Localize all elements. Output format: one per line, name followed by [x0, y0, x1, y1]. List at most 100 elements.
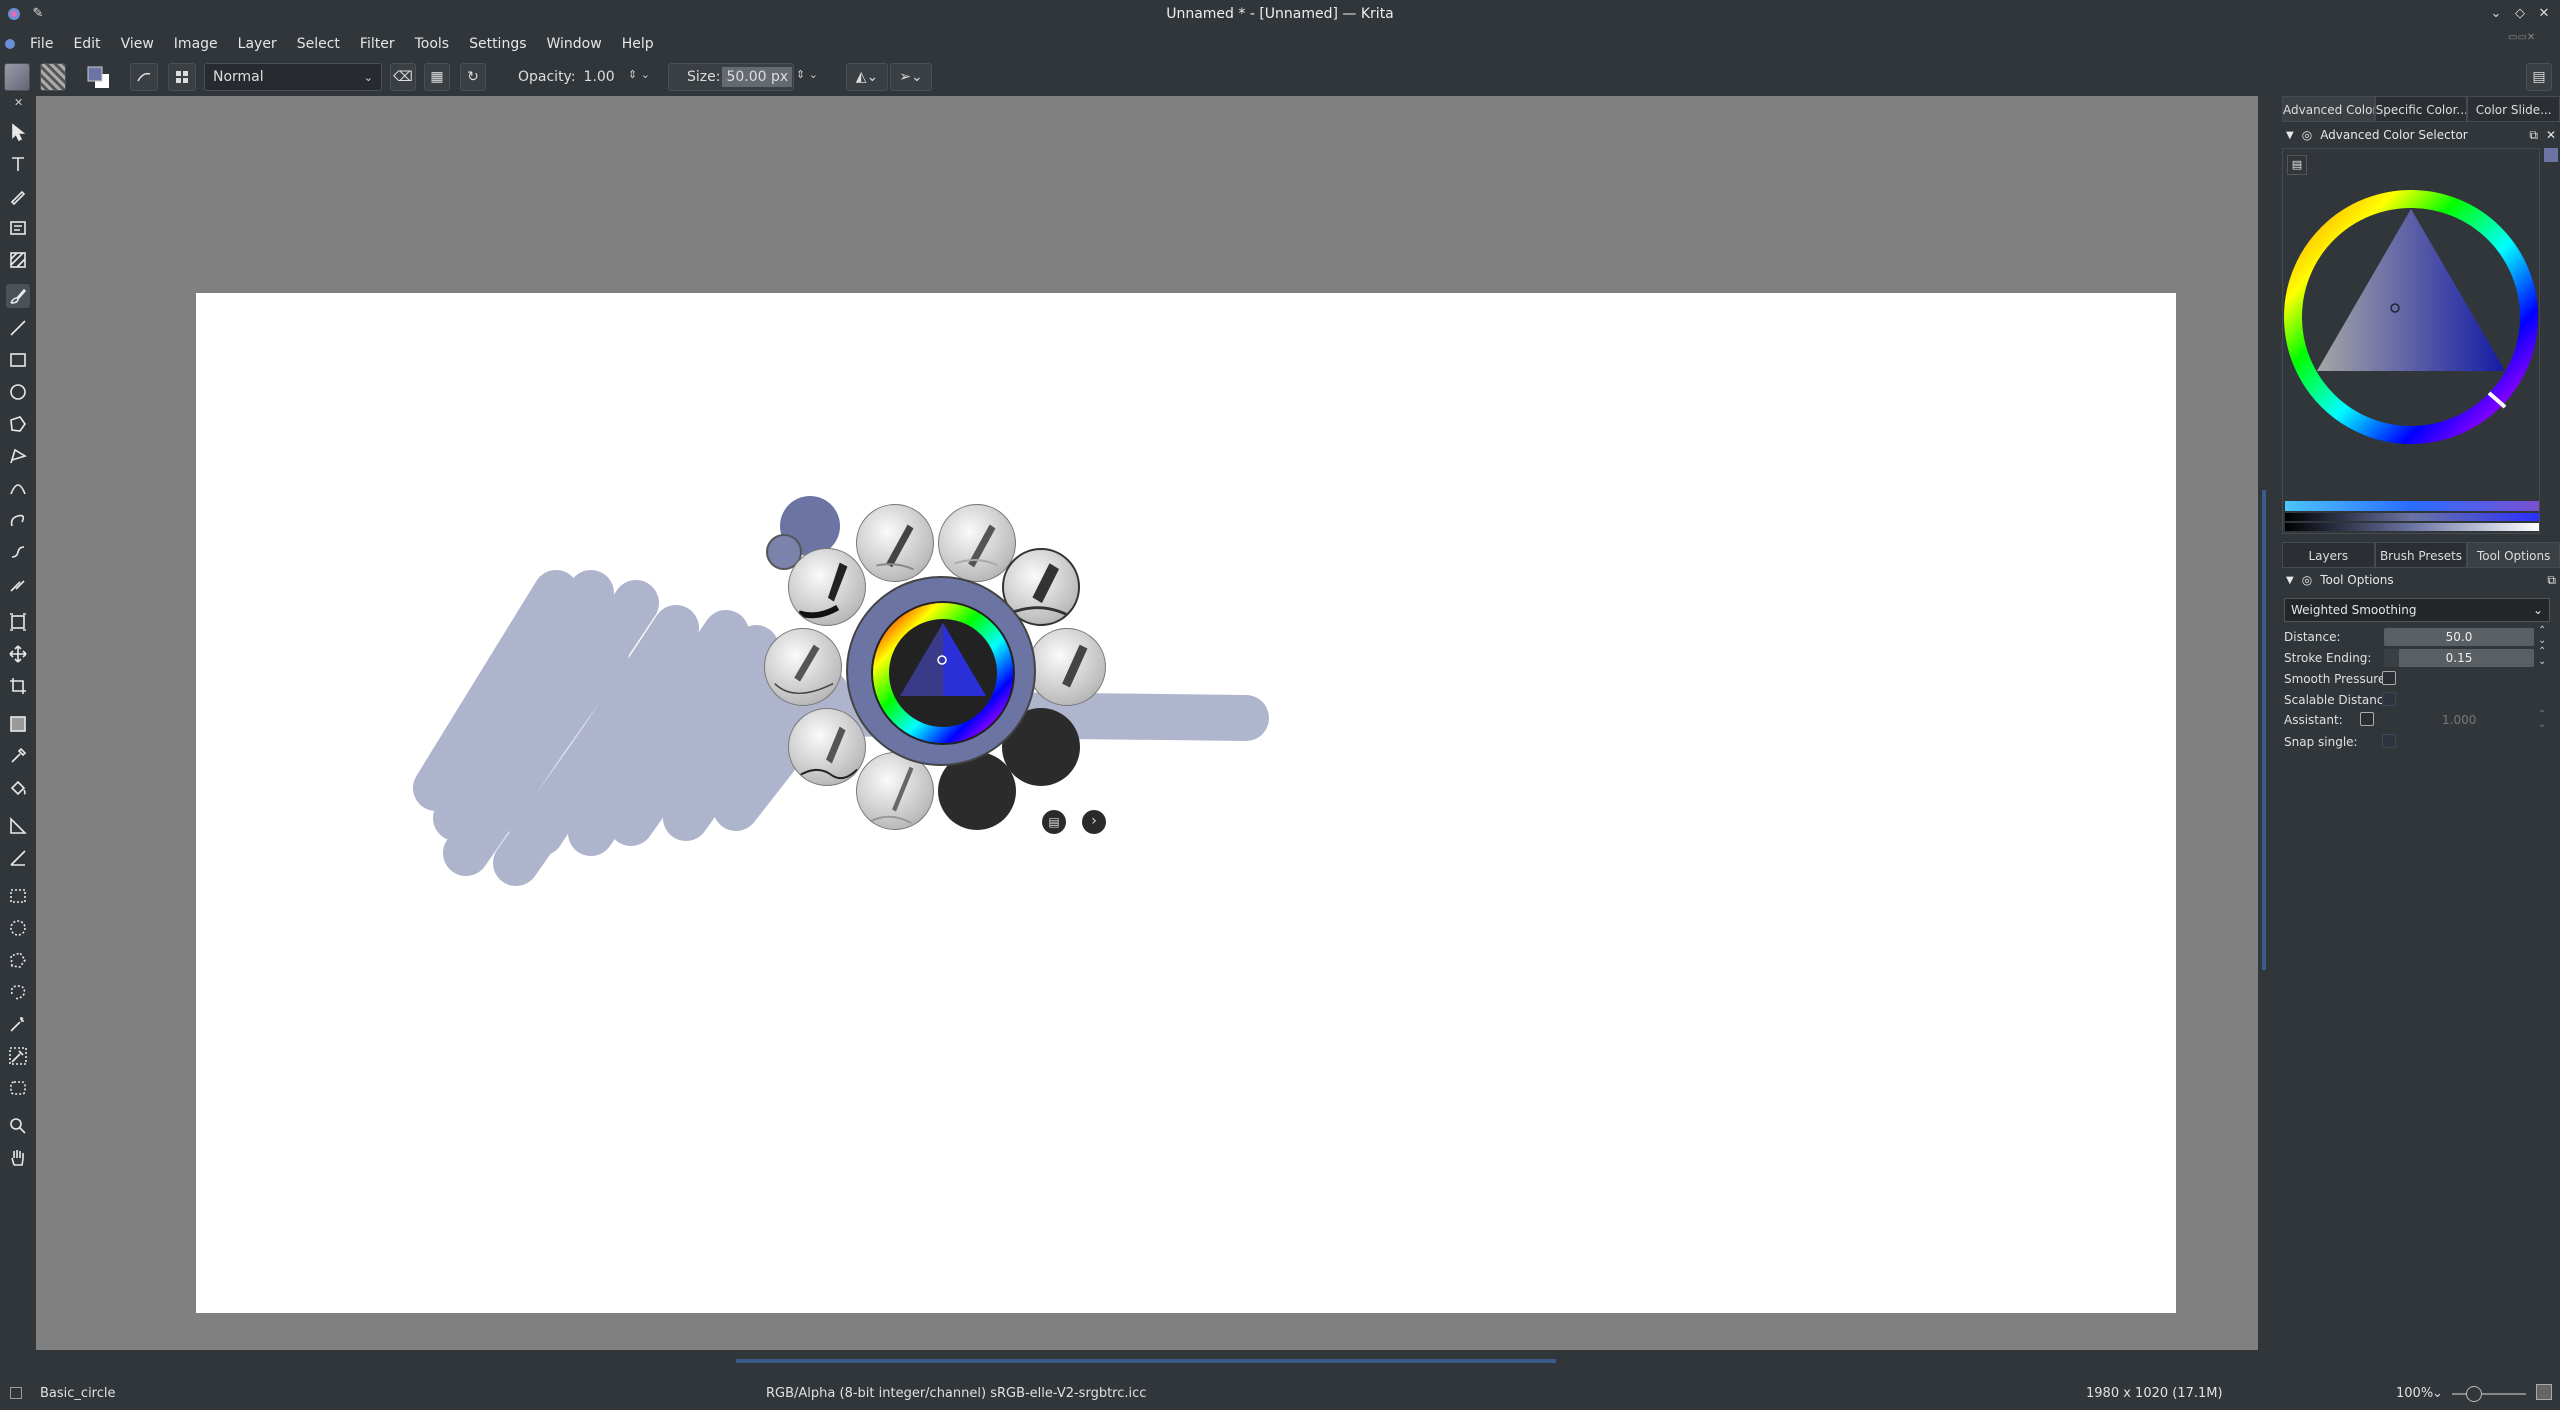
tab-color-sliders[interactable]: Color Slide... — [2467, 96, 2560, 122]
brush-presets-icon[interactable] — [130, 63, 158, 91]
freehand-brush-tool-icon[interactable] — [6, 284, 30, 308]
zoom-slider-handle[interactable] — [2466, 1386, 2482, 1402]
horizontal-scrollbar[interactable] — [736, 1359, 1556, 1363]
magic-wand-icon[interactable] — [6, 1012, 30, 1036]
freehand-path-tool-icon[interactable] — [6, 508, 30, 532]
mirror-vertical-icon[interactable]: ➢⌄ — [890, 63, 932, 91]
measure-tool-icon[interactable] — [6, 814, 30, 838]
menu-select[interactable]: Select — [287, 30, 350, 58]
minimize-icon[interactable]: ⌄ — [2488, 6, 2504, 22]
gradient-tool-icon[interactable] — [6, 712, 30, 736]
collapse-arrow-icon[interactable]: ▼ — [2286, 575, 2294, 586]
menu-view[interactable]: View — [111, 30, 164, 58]
select-shapes-tool-icon[interactable] — [6, 120, 30, 144]
polygonal-selection-icon[interactable] — [6, 948, 30, 972]
tab-layers[interactable]: Layers — [2282, 542, 2375, 568]
menu-help[interactable]: Help — [612, 30, 664, 58]
assistant-stepper-icon[interactable]: ⌃ ⌄ — [2538, 710, 2546, 730]
zoom-level[interactable]: 100% — [2396, 1386, 2433, 1401]
elliptical-selection-icon[interactable] — [6, 916, 30, 940]
vertical-scrollbar[interactable] — [2262, 490, 2266, 970]
stroke-ending-spinbox[interactable]: 0.15 — [2384, 649, 2534, 667]
brush-settings-icon[interactable] — [168, 63, 196, 91]
docker-menu-icon[interactable]: ▤ — [2526, 63, 2552, 91]
menu-settings[interactable]: Settings — [459, 30, 536, 58]
tab-brush-presets[interactable]: Brush Presets — [2374, 542, 2468, 568]
edit-shapes-tool-icon[interactable] — [6, 216, 30, 240]
palette-tags-icon[interactable]: ▤ — [1042, 810, 1066, 834]
menu-layer[interactable]: Layer — [228, 30, 287, 58]
move-tool-icon[interactable] — [6, 642, 30, 666]
saturation-slider[interactable] — [2285, 513, 2539, 521]
canvas-only-toggle-icon[interactable] — [2536, 1384, 2552, 1400]
collapse-arrow-icon[interactable]: ▼ — [2286, 130, 2294, 141]
bezier-selection-icon[interactable] — [6, 1076, 30, 1100]
color-wheel[interactable] — [2283, 189, 2541, 459]
brush-preset-pencil-1[interactable] — [856, 504, 934, 582]
stroke-ending-stepper-icon[interactable]: ⌃ ⌄ — [2538, 647, 2546, 667]
palette-next-icon[interactable]: › — [1082, 810, 1106, 834]
snap-single-checkbox[interactable] — [2382, 734, 2396, 748]
menu-tools[interactable]: Tools — [405, 30, 460, 58]
zoom-slider[interactable] — [2452, 1393, 2526, 1395]
selector-settings-icon[interactable]: ▤ — [2287, 155, 2307, 175]
menu-image[interactable]: Image — [164, 30, 228, 58]
gradient-selector[interactable] — [4, 63, 30, 91]
mirror-horizontal-icon[interactable]: ◭⌄ — [846, 63, 888, 91]
canvas-area[interactable] — [36, 96, 2258, 1363]
value-slider[interactable] — [2285, 523, 2539, 531]
fill-tool-icon[interactable] — [6, 776, 30, 800]
crop-tool-icon[interactable] — [6, 674, 30, 698]
float-icon[interactable]: ⧉ — [2529, 128, 2538, 143]
pattern-tool-icon[interactable] — [6, 248, 30, 272]
assistant-tool-icon[interactable] — [6, 846, 30, 870]
calligraphy-tool-icon[interactable] — [6, 184, 30, 208]
menu-filter[interactable]: Filter — [350, 30, 405, 58]
similar-color-selection-icon[interactable] — [6, 1044, 30, 1068]
color-picker-tool-icon[interactable] — [6, 744, 30, 768]
brush-preset-brush-pen[interactable] — [1028, 628, 1106, 706]
lock-icon[interactable]: ◎ — [2302, 128, 2312, 142]
freehand-selection-icon[interactable] — [6, 980, 30, 1004]
bezier-tool-icon[interactable] — [6, 476, 30, 500]
transform-tool-icon[interactable] — [6, 610, 30, 634]
smooth-pressure-checkbox[interactable] — [2382, 671, 2396, 685]
reload-preset-icon[interactable]: ↻ — [460, 63, 486, 91]
zoom-dropdown-icon[interactable]: ⌄ — [2432, 1386, 2443, 1401]
opacity-stepper-icon[interactable]: ⇕ ⌄ — [628, 68, 650, 81]
preserve-alpha-icon[interactable]: ▦ — [424, 63, 450, 91]
opacity-field[interactable]: Opacity: 1.00 — [500, 63, 630, 91]
dynamic-brush-tool-icon[interactable] — [6, 540, 30, 564]
eraser-mode-icon[interactable]: ⌫ — [390, 63, 416, 91]
polyline-tool-icon[interactable] — [6, 444, 30, 468]
maximize-icon[interactable]: ◇ — [2512, 6, 2528, 22]
tab-advanced-color[interactable]: Advanced Color... — [2282, 96, 2375, 122]
pin-icon[interactable]: ✎ — [30, 6, 46, 22]
size-stepper-icon[interactable]: ⇕ ⌄ — [796, 68, 818, 81]
pan-tool-icon[interactable] — [6, 1146, 30, 1170]
fg-bg-color-icon[interactable] — [84, 63, 114, 91]
scalable-distance-checkbox[interactable] — [2382, 692, 2396, 706]
ellipse-tool-icon[interactable] — [6, 380, 30, 404]
line-tool-icon[interactable] — [6, 316, 30, 340]
rectangle-tool-icon[interactable] — [6, 348, 30, 372]
assistant-checkbox[interactable] — [2360, 712, 2374, 726]
menu-edit[interactable]: Edit — [63, 30, 110, 58]
multibrush-tool-icon[interactable] — [6, 572, 30, 596]
lock-icon[interactable]: ◎ — [2302, 573, 2312, 587]
polygon-tool-icon[interactable] — [6, 412, 30, 436]
menu-file[interactable]: File — [20, 30, 63, 58]
blend-mode-select[interactable]: Normal ⌄ — [204, 63, 382, 91]
close-icon[interactable]: ✕ — [2536, 6, 2552, 22]
pattern-selector[interactable] — [40, 63, 66, 91]
brush-preset-technical-pen[interactable] — [764, 628, 842, 706]
text-tool-icon[interactable] — [6, 152, 30, 176]
smoothing-select[interactable]: Weighted Smoothing ⌄ — [2284, 598, 2550, 622]
distance-stepper-icon[interactable]: ⌃ ⌄ — [2538, 626, 2546, 646]
color-history-swatch[interactable] — [2544, 148, 2558, 162]
tab-tool-options[interactable]: Tool Options — [2467, 542, 2560, 568]
brush-preset-pencil-2[interactable] — [938, 504, 1016, 582]
size-field[interactable]: Size: 50.00 px — [668, 63, 794, 91]
hue-slider[interactable] — [2285, 501, 2539, 511]
tab-specific-color[interactable]: Specific Color... — [2374, 96, 2468, 122]
